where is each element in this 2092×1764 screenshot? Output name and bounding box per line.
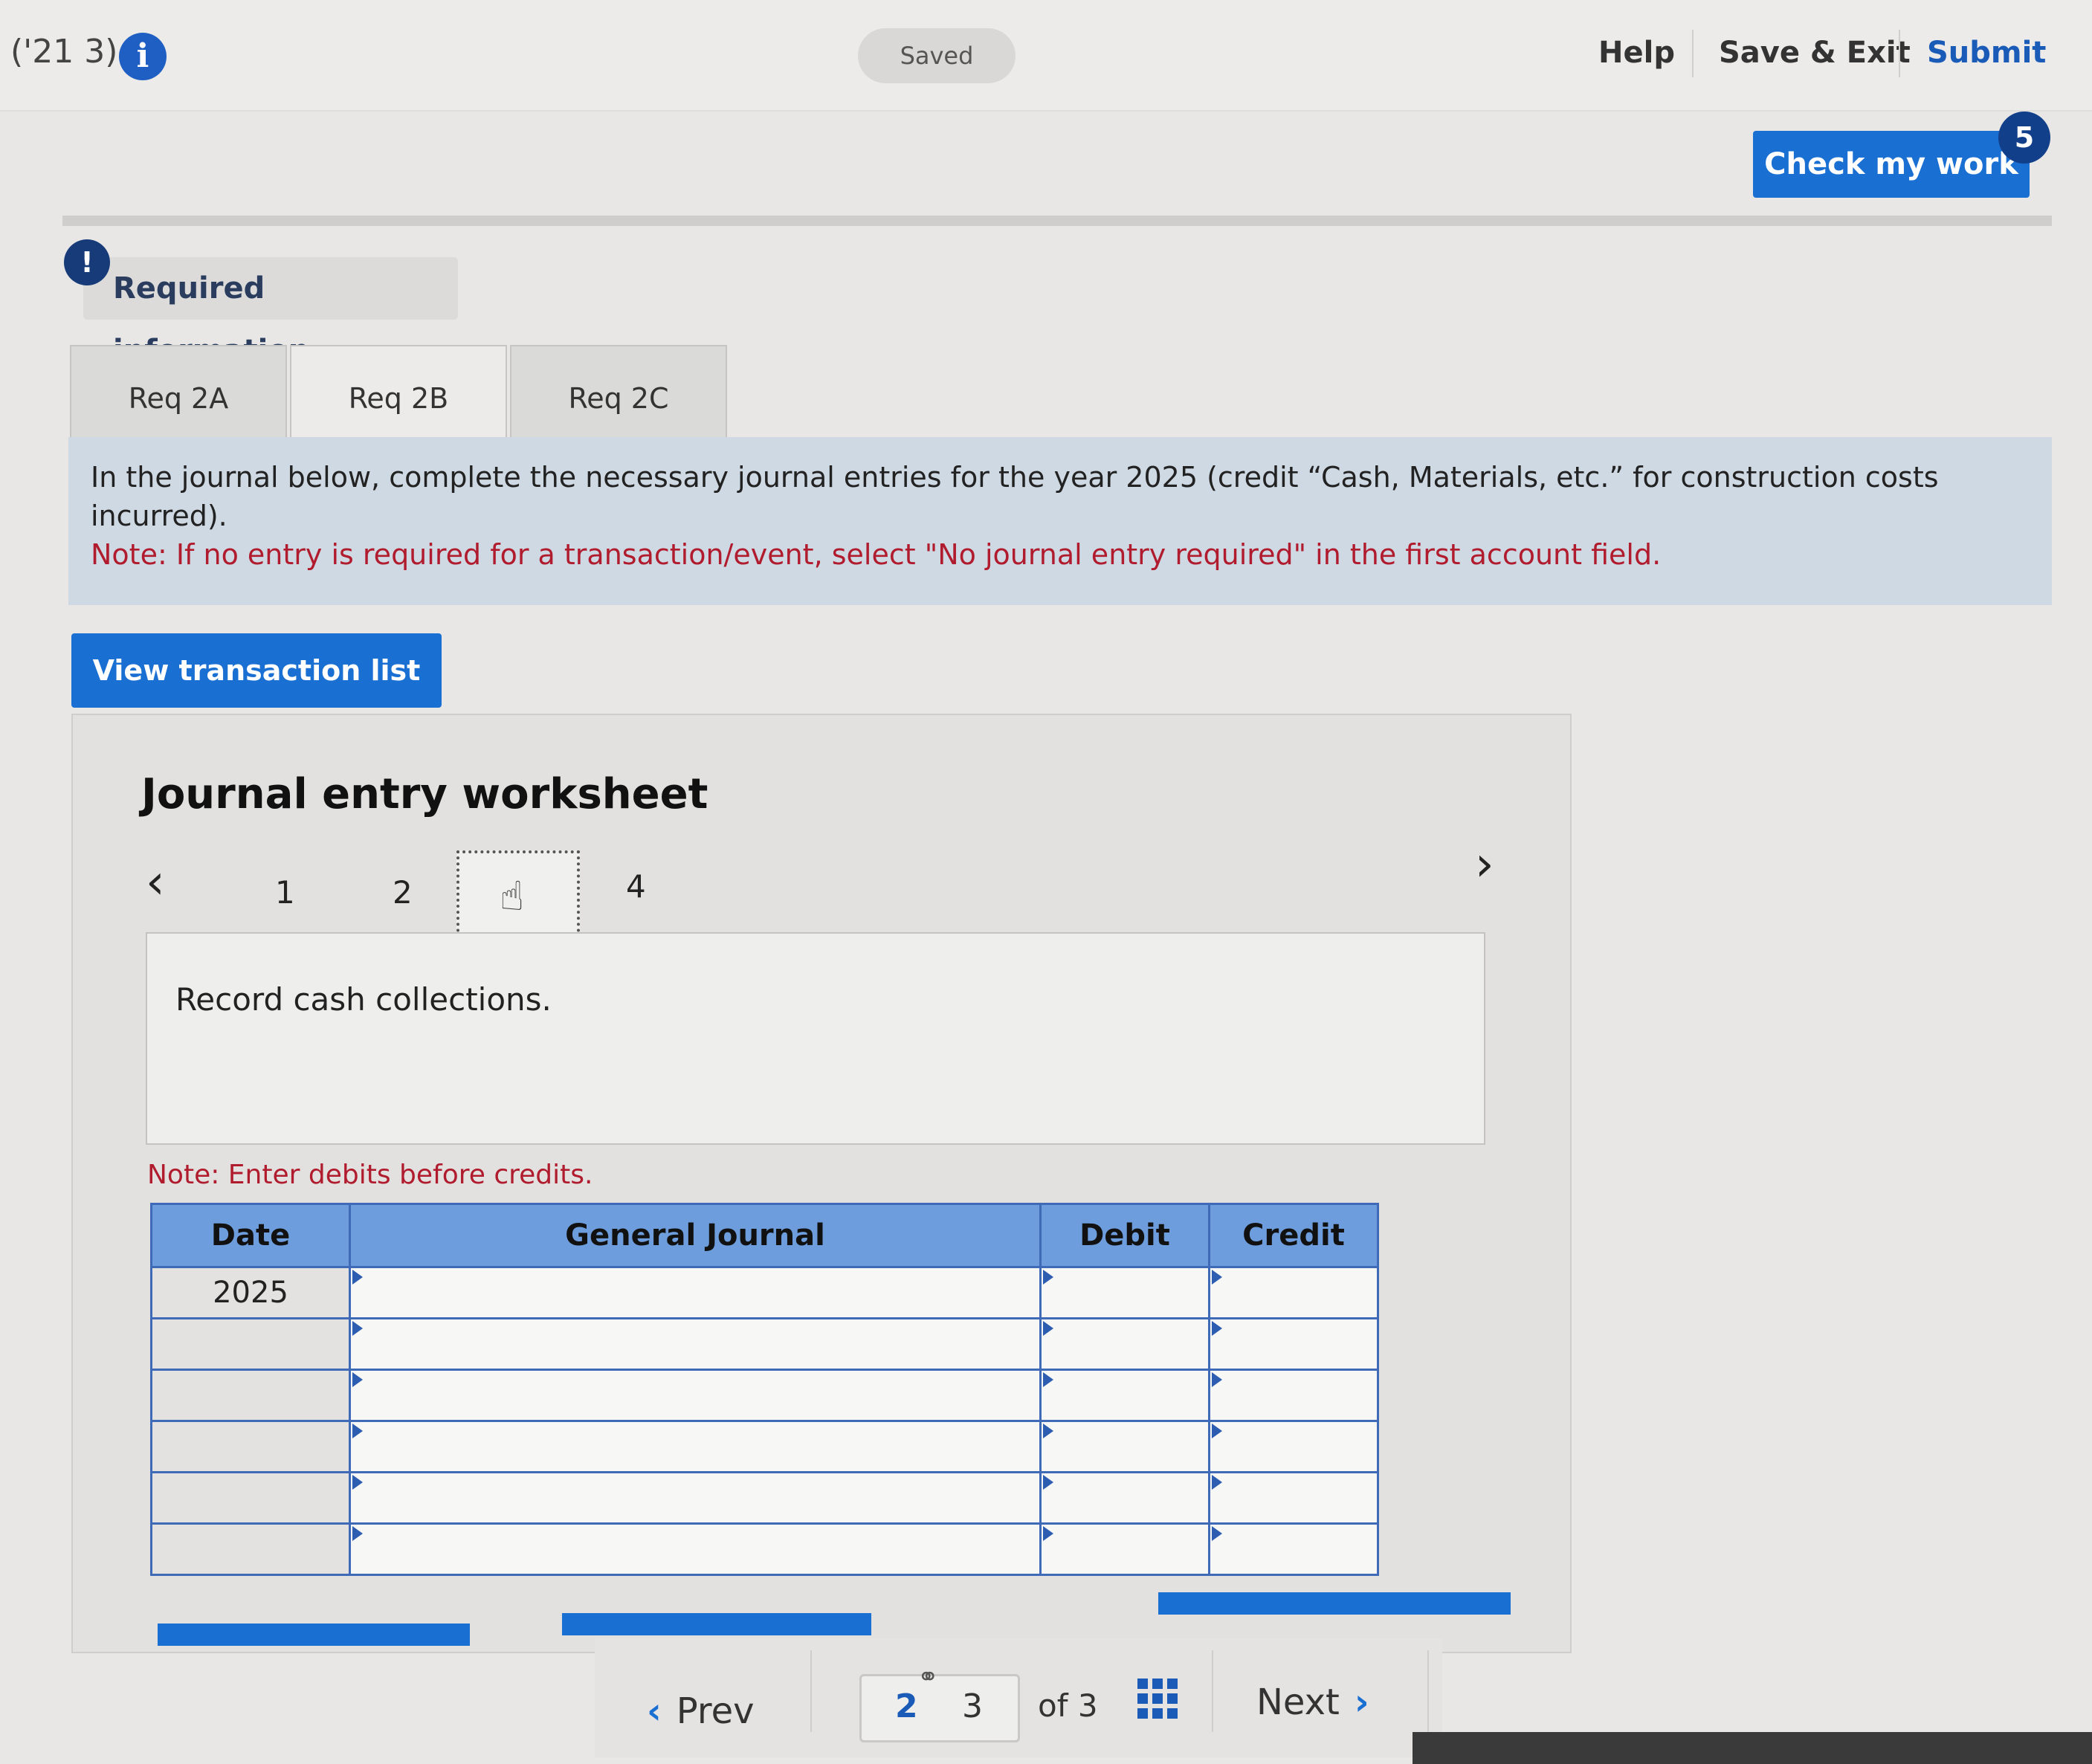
page-selector[interactable] (859, 1674, 1020, 1742)
account-input[interactable] (349, 1522, 1042, 1576)
next-label: Next (1256, 1681, 1340, 1723)
credit-input[interactable] (1208, 1266, 1379, 1319)
account-input[interactable] (349, 1369, 1042, 1422)
next-page-number: 3 (962, 1687, 983, 1725)
account-input[interactable] (349, 1266, 1042, 1319)
credit-input[interactable] (1208, 1369, 1379, 1422)
header-divider (1899, 30, 1900, 77)
transaction-description: Record cash collections. (175, 981, 552, 1018)
prev-label: Prev (676, 1690, 755, 1732)
table-row: 2025 (150, 1266, 1379, 1319)
instruction-note: Note: If no entry is required for a tran… (91, 538, 1662, 571)
credit-input[interactable] (1208, 1471, 1379, 1525)
view-transaction-list-button[interactable]: View transaction list (71, 633, 442, 708)
tab-req-2c[interactable]: Req 2C (510, 345, 727, 449)
account-input[interactable] (349, 1471, 1042, 1525)
attempts-badge: 5 (1998, 112, 2050, 164)
page-total: of 3 (1038, 1687, 1098, 1724)
column-header-credit: Credit (1208, 1203, 1379, 1268)
date-cell (150, 1317, 351, 1371)
screen-edge (1413, 1732, 2092, 1764)
debit-input[interactable] (1039, 1369, 1210, 1422)
nav-divider (810, 1650, 812, 1732)
next-button[interactable]: Next › (1256, 1681, 1369, 1723)
chevron-right-icon[interactable]: › (1475, 837, 1494, 892)
check-my-work-button[interactable]: Check my work (1753, 131, 2030, 198)
table-row (150, 1471, 1379, 1525)
worksheet-page-2[interactable]: 2 (393, 874, 413, 911)
instruction-text: In the journal below, complete the neces… (91, 461, 1939, 532)
date-cell (150, 1369, 351, 1422)
worksheet-title: Journal entry worksheet (141, 770, 708, 818)
record-entry-button[interactable] (158, 1624, 470, 1646)
transaction-description-box (146, 932, 1485, 1145)
table-row (150, 1420, 1379, 1473)
date-cell (150, 1522, 351, 1576)
link-icon: ⚭ (917, 1662, 939, 1692)
date-cell: 2025 (150, 1266, 351, 1319)
chevron-left-icon[interactable]: ‹ (146, 855, 165, 910)
hand-cursor-icon: ☝ (500, 873, 524, 920)
date-cell (150, 1420, 351, 1473)
debit-input[interactable] (1039, 1266, 1210, 1319)
date-cell (150, 1471, 351, 1525)
credit-input[interactable] (1208, 1522, 1379, 1576)
worksheet-page-4[interactable]: 4 (626, 868, 646, 905)
view-general-journal-button[interactable] (1158, 1592, 1511, 1615)
table-row (150, 1369, 1379, 1422)
required-information-label[interactable]: Required information (83, 257, 458, 368)
chevron-right-icon: › (1354, 1681, 1369, 1723)
question-reference: ('21 3) (10, 33, 118, 71)
grid-icon[interactable] (1137, 1679, 1178, 1719)
tab-req-2b[interactable]: Req 2B (290, 345, 507, 449)
tab-req-2a[interactable]: Req 2A (70, 345, 287, 449)
prev-button[interactable]: ‹ Prev (647, 1690, 755, 1732)
submit-link[interactable]: Submit (1927, 36, 2046, 70)
account-input[interactable] (349, 1420, 1042, 1473)
help-link[interactable]: Help (1598, 36, 1675, 70)
column-header-general-journal: General Journal (349, 1203, 1042, 1268)
column-header-date: Date (150, 1203, 351, 1268)
clear-entry-button[interactable] (562, 1613, 871, 1635)
alert-icon: ! (64, 239, 110, 285)
debits-note: Note: Enter debits before credits. (147, 1160, 593, 1190)
section-divider (62, 216, 2052, 226)
column-header-debit: Debit (1039, 1203, 1210, 1268)
worksheet-page-1[interactable]: 1 (275, 874, 295, 911)
current-page-number: 2 (895, 1687, 918, 1725)
info-icon[interactable]: i (119, 33, 167, 80)
debit-input[interactable] (1039, 1522, 1210, 1576)
saved-status: Saved (858, 28, 1016, 83)
account-input[interactable] (349, 1317, 1042, 1371)
debit-input[interactable] (1039, 1317, 1210, 1371)
journal-table: Date General Journal Debit Credit 2025 (150, 1203, 1379, 1576)
credit-input[interactable] (1208, 1420, 1379, 1473)
credit-input[interactable] (1208, 1317, 1379, 1371)
table-row (150, 1317, 1379, 1371)
table-row (150, 1522, 1379, 1576)
header-divider (1692, 30, 1694, 77)
nav-divider (1212, 1650, 1213, 1732)
chevron-left-icon: ‹ (647, 1690, 662, 1732)
save-exit-link[interactable]: Save & Exit (1719, 36, 1911, 70)
instruction-banner: In the journal below, complete the neces… (68, 437, 2052, 605)
nav-divider (1427, 1650, 1429, 1732)
debit-input[interactable] (1039, 1420, 1210, 1473)
debit-input[interactable] (1039, 1471, 1210, 1525)
